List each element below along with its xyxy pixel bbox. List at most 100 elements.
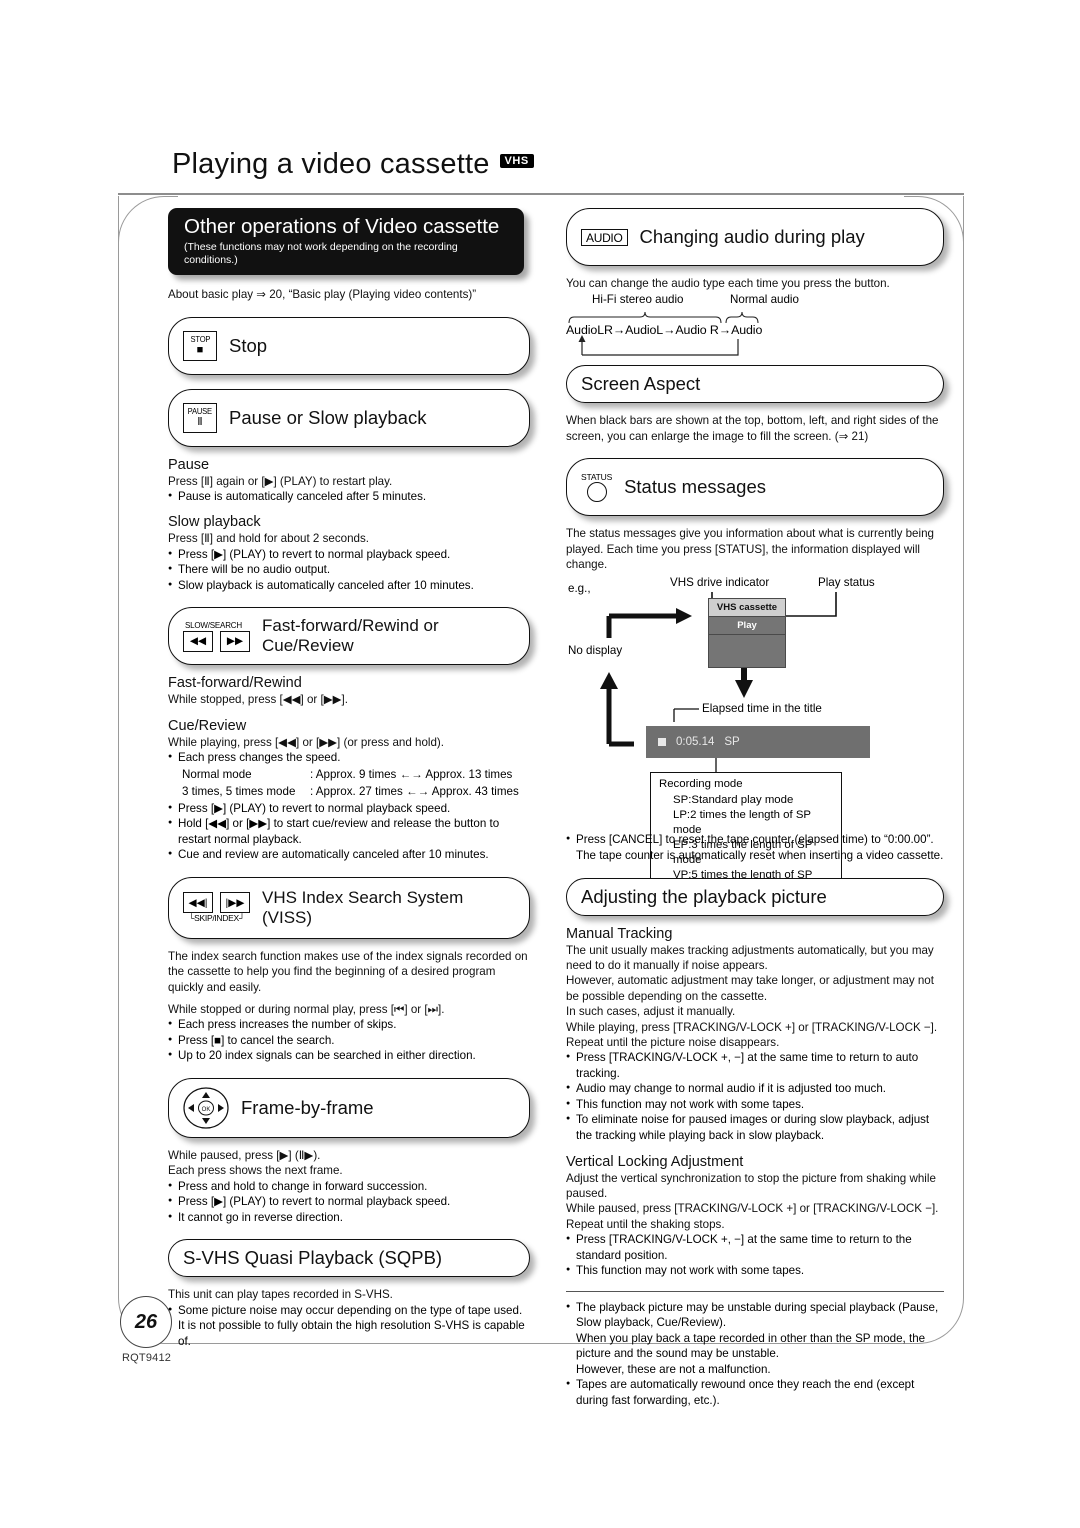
- right-column: AUDIO Changing audio during play You can…: [566, 208, 944, 1408]
- section-stop-label: Stop: [229, 334, 268, 356]
- slow-playback-line: Press [Ⅱ] and hold for about 2 seconds.: [168, 532, 369, 546]
- vertical-lock-para: Repeat until the shaking stops.: [566, 1217, 725, 1231]
- section-audio-label: Changing audio during play: [639, 226, 865, 247]
- no-display-label: No display: [568, 644, 623, 658]
- page-title: Playing a video cassette VHS: [172, 148, 972, 181]
- section-sqpb-label: S-VHS Quasi Playback (SQPB): [183, 1247, 443, 1269]
- section-pause-slow[interactable]: PAUSE Ⅱ Pause or Slow playback: [168, 388, 530, 447]
- skip-index-keys: ◀◀| |▶▶ └SKIP/INDEX┘: [183, 892, 250, 923]
- speed-mode: Normal mode: [182, 767, 252, 781]
- ff-rew-heading: Fast-forward/Rewind: [168, 675, 302, 692]
- fbf-line-1: While paused, press [▶] (Ⅱ▶).: [168, 1148, 321, 1162]
- footnote-divider: [566, 1290, 944, 1292]
- screen-aspect-paragraph: When black bars are shown at the top, bo…: [566, 414, 939, 443]
- list-item: Up to 20 index signals can be searched i…: [168, 1048, 530, 1064]
- audio-intro: You can change the audio type each time …: [566, 277, 890, 290]
- list-item: Some picture noise may occur depending o…: [168, 1303, 530, 1319]
- status-key-icon: STATUS: [581, 472, 613, 503]
- list-item: Audio may change to normal audio if it i…: [566, 1081, 944, 1097]
- cue-review-heading: Cue/Review: [168, 717, 247, 734]
- osd-panel: VHS cassette Play: [708, 598, 786, 669]
- section-adjust-picture[interactable]: Adjusting the playback picture: [566, 877, 944, 916]
- list-item: It is not possible to fully obtain the h…: [168, 1318, 530, 1349]
- section-sqpb[interactable]: S-VHS Quasi Playback (SQPB): [168, 1239, 530, 1278]
- osd-empty-row: [709, 635, 785, 667]
- left-column: Other operations of Video cassette (Thes…: [168, 208, 530, 1349]
- section-ff-rew[interactable]: SLOW/SEARCH ◀◀ ▶▶ Fast-forward/Rewind or…: [168, 607, 530, 666]
- manual-tracking-para: Repeat until the picture noise disappear…: [566, 1035, 780, 1049]
- fast-forward-key-icon: ▶▶: [220, 630, 250, 652]
- slow-search-key-label: SLOW/SEARCH: [185, 620, 242, 630]
- recording-mode-line: SP:Standard play mode: [673, 793, 794, 806]
- slow-playback-bullets: Press [▶] (PLAY) to revert to normal pla…: [168, 547, 530, 594]
- section-viss-label: VHS Index Search System (VISS): [262, 887, 464, 927]
- list-item: This function may not work with some tap…: [566, 1097, 944, 1113]
- skip-back-key-icon: ◀◀|: [183, 892, 213, 914]
- pause-heading: Pause: [168, 456, 210, 473]
- footnote-text: However, these are not a malfunction.: [576, 1362, 771, 1376]
- osd-play-row: Play: [709, 617, 785, 636]
- list-item: Press and hold to change in forward succ…: [168, 1179, 530, 1195]
- osd-stop-icon: [658, 738, 666, 747]
- recording-mode-title: Recording mode: [659, 778, 743, 791]
- list-item: Press [TRACKING/V-LOCK +, −] at the same…: [566, 1050, 944, 1081]
- speed-value: : Approx. 9 times ←→ Approx. 13 times: [310, 767, 513, 781]
- list-item: The playback picture may be unstable dur…: [566, 1300, 944, 1378]
- slow-playback-heading: Slow playback: [168, 514, 261, 531]
- section-status-label: Status messages: [624, 476, 766, 498]
- list-item: Each press increases the number of skips…: [168, 1017, 530, 1033]
- cue-review-line: While playing, press [◀◀] or [▶▶] (or pr…: [168, 735, 445, 749]
- document-code: RQT9412: [122, 1352, 172, 1364]
- list-item: Cue and review are automatically cancele…: [168, 847, 530, 863]
- sqpb-bullets: Some picture noise may occur depending o…: [168, 1303, 530, 1350]
- dpad-icon: OK: [183, 1087, 229, 1129]
- viss-line: While stopped or during normal play, pre…: [168, 1002, 445, 1016]
- manual-tracking-para: While playing, press [TRACKING/V-LOCK +]…: [566, 1020, 938, 1034]
- list-item: Hold [◀◀] or [▶▶] to start cue/review an…: [168, 816, 530, 847]
- ff-rew-line: While stopped, press [◀◀] or [▶▶].: [168, 693, 349, 707]
- status-display-diagram: e.g., VHS drive indicator Play status No…: [566, 576, 944, 905]
- speed-value: : Approx. 27 times ←→ Approx. 43 times: [310, 785, 519, 799]
- rewind-key-icon: ◀◀: [183, 630, 213, 652]
- list-item: There will be no audio output.: [168, 562, 530, 578]
- list-item: Pause is automatically canceled after 5 …: [168, 489, 530, 505]
- sqpb-line: This unit can play tapes recorded in S-V…: [168, 1288, 393, 1302]
- section-screen-aspect[interactable]: Screen Aspect: [566, 365, 944, 404]
- list-item: Each press changes the speed.: [168, 750, 530, 766]
- audio-chain-text: AudioLR→AudioL→Audio R→Audio: [566, 323, 763, 338]
- manual-tracking-bullets: Press [TRACKING/V-LOCK +, −] at the same…: [566, 1050, 944, 1143]
- speed-mode: 3 times, 5 times mode: [182, 785, 296, 799]
- pause-bullets: Pause is automatically canceled after 5 …: [168, 489, 530, 505]
- vhs-media-tag: VHS: [499, 153, 534, 168]
- section-stop[interactable]: STOP ■ Stop: [168, 316, 530, 375]
- list-item: Tapes are automatically rewound once the…: [566, 1377, 944, 1408]
- section-ff-rew-label: Fast-forward/Rewind or Cue/Review: [262, 616, 439, 656]
- svg-text:OK: OK: [202, 1107, 211, 1113]
- speed-row: Normal mode : Approx. 9 times ←→ Approx.…: [168, 766, 530, 783]
- list-item: Press [▶] (PLAY) to revert to normal pla…: [168, 801, 530, 817]
- banner-title: Other operations of Video cassette: [184, 215, 500, 238]
- page-number: 26: [120, 1296, 172, 1348]
- stop-key-top: STOP: [190, 334, 210, 344]
- status-paragraph: The status messages give you information…: [566, 527, 934, 572]
- section-viss[interactable]: ◀◀| |▶▶ └SKIP/INDEX┘ VHS Index Search Sy…: [168, 876, 530, 939]
- pause-key-glyph: Ⅱ: [197, 415, 203, 428]
- audio-flow-diagram: Hi-Fi stereo audio Normal audio AudioLR→…: [566, 293, 944, 359]
- callout-elapsed-time: Elapsed time in the title: [702, 702, 822, 716]
- section-pause-slow-label: Pause or Slow playback: [229, 406, 427, 428]
- section-audio[interactable]: AUDIO Changing audio during play: [566, 208, 944, 266]
- vertical-lock-para: While paused, press [TRACKING/V-LOCK +] …: [566, 1202, 939, 1216]
- footnote-text: The playback picture may be unstable dur…: [576, 1300, 939, 1330]
- status-bullets: Press [CANCEL] to reset the tape counter…: [566, 832, 944, 863]
- osd-elapsed-time: 0:05.14: [676, 736, 715, 749]
- stop-key-icon: STOP ■: [183, 330, 217, 361]
- section-status-messages[interactable]: STATUS Status messages: [566, 458, 944, 517]
- cue-review-bullets-top: Each press changes the speed.: [168, 750, 530, 766]
- stop-key-glyph: ■: [196, 343, 204, 356]
- section-frame-by-frame[interactable]: OK Frame-by-frame: [168, 1077, 530, 1138]
- section-screen-aspect-label: Screen Aspect: [581, 373, 701, 395]
- status-key-label: STATUS: [581, 472, 613, 483]
- pause-key-top: PAUSE: [187, 406, 213, 416]
- pause-key-icon: PAUSE Ⅱ: [183, 402, 217, 433]
- manual-tracking-para: In such cases, adjust it manually.: [566, 1005, 736, 1019]
